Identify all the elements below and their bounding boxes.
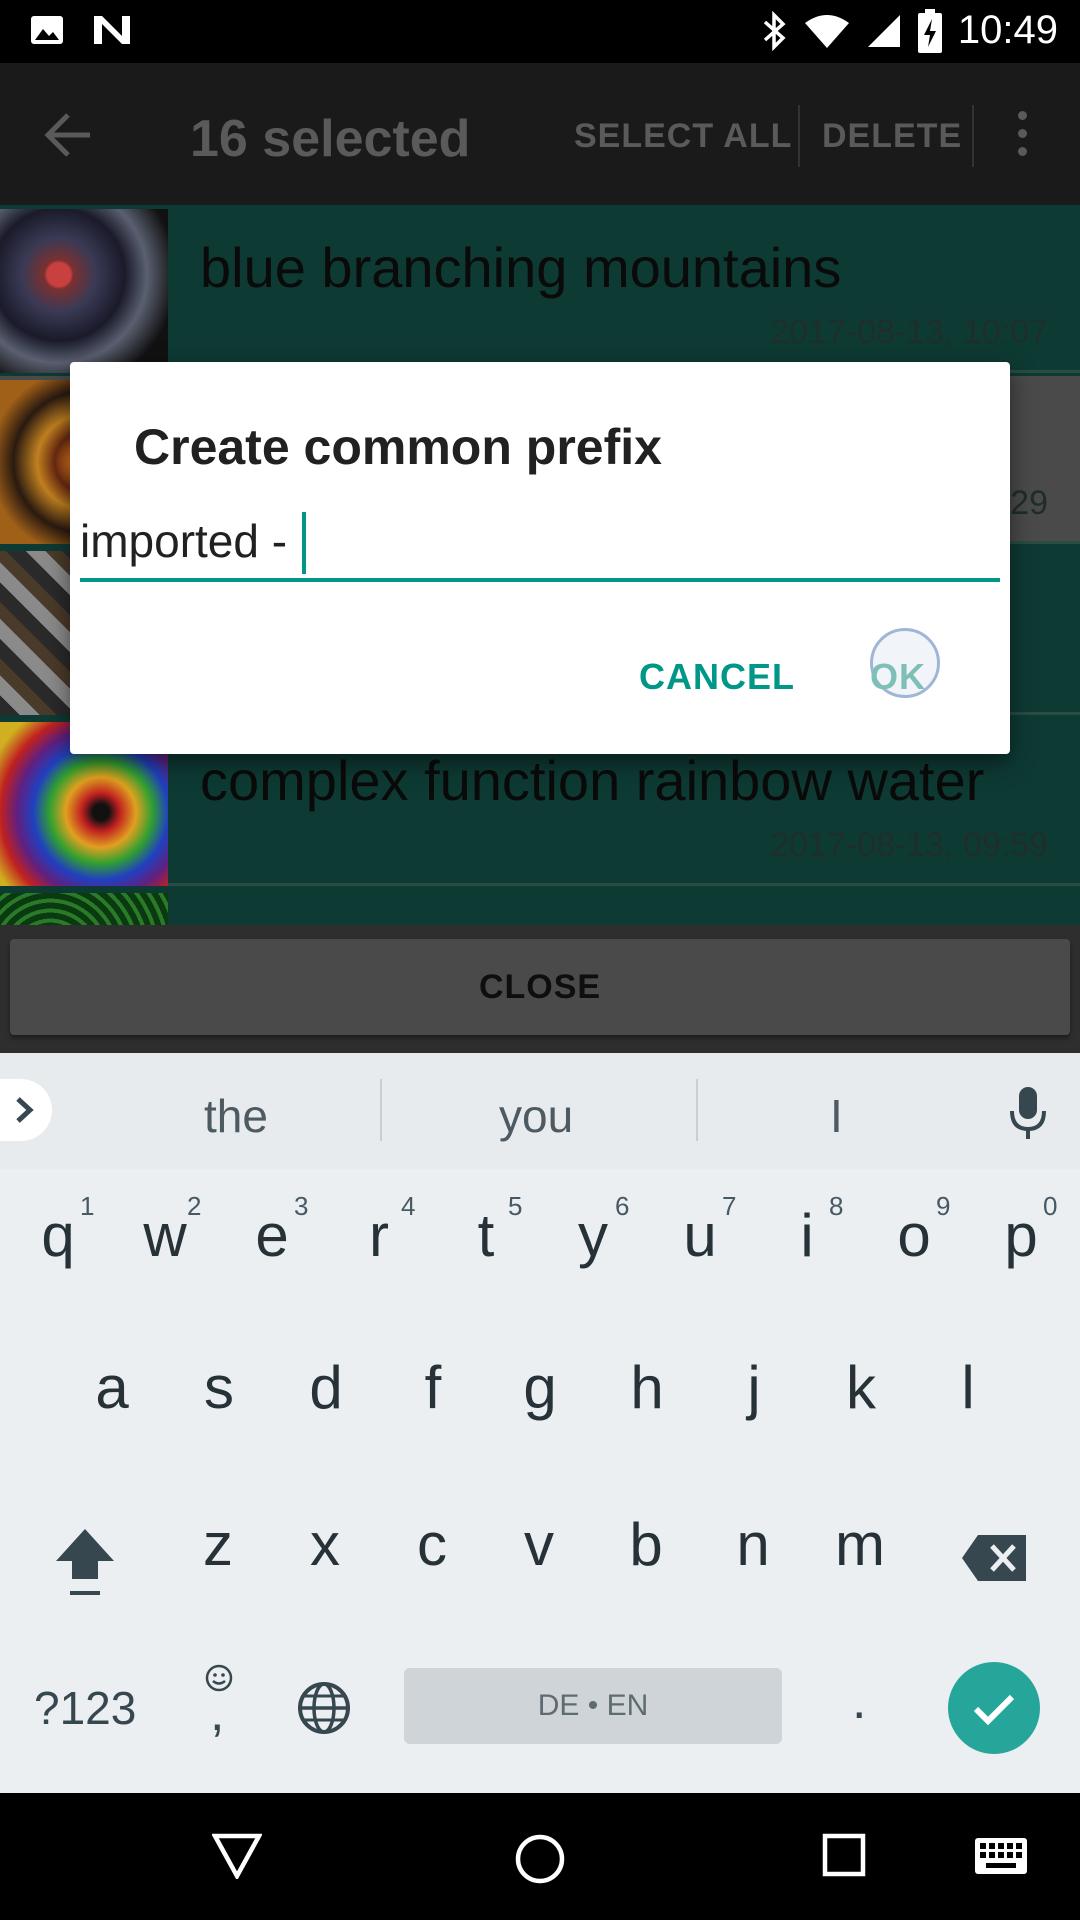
backspace-icon[interactable] (960, 1533, 1028, 1583)
key-l[interactable]: l (938, 1353, 998, 1422)
suggestion-strip: the you I (0, 1053, 1080, 1169)
key-hint-3: 3 (294, 1191, 309, 1221)
select-all-button[interactable]: SELECT ALL (574, 117, 792, 156)
key-e[interactable]: e (242, 1201, 302, 1270)
close-button-label: CLOSE (478, 968, 602, 1006)
bluetooth-icon (763, 10, 786, 51)
key-v[interactable]: v (509, 1510, 569, 1579)
signal-icon (867, 14, 900, 47)
key-j[interactable]: j (724, 1353, 784, 1422)
key-hint-8: 8 (829, 1191, 844, 1221)
recents-square-icon[interactable] (822, 1833, 866, 1877)
key-n[interactable]: n (723, 1510, 783, 1579)
suggestion[interactable]: I (830, 1089, 843, 1143)
delete-button[interactable]: DELETE (822, 117, 962, 156)
key-h[interactable]: h (617, 1353, 677, 1422)
done-button[interactable] (948, 1662, 1040, 1754)
key-z[interactable]: z (188, 1510, 248, 1579)
item-date: 2017-08-13, 10:07 (770, 313, 1048, 351)
key-hint-2: 2 (187, 1191, 202, 1221)
keyboard-switch-icon[interactable] (974, 1837, 1028, 1875)
key-d[interactable]: d (296, 1353, 356, 1422)
key-a[interactable]: a (82, 1353, 142, 1422)
key-hint-0: 0 (1043, 1191, 1058, 1221)
battery-charging-icon (917, 8, 942, 53)
key-q[interactable]: q (28, 1201, 88, 1270)
item-title: blue branching mountains (200, 236, 842, 299)
action-divider (798, 105, 800, 167)
text-cursor (302, 512, 306, 574)
n-icon (94, 16, 130, 44)
key-o[interactable]: o (884, 1201, 944, 1270)
thumbnail (0, 209, 168, 373)
key-m[interactable]: m (830, 1510, 890, 1579)
prefix-input-value: imported - (80, 515, 300, 567)
ok-button[interactable]: OK (870, 656, 926, 698)
checkmark-icon (973, 1694, 1015, 1726)
key-i[interactable]: i (777, 1201, 837, 1270)
key-u[interactable]: u (670, 1201, 730, 1270)
space-bar[interactable]: DE • EN (404, 1668, 782, 1744)
key-f[interactable]: f (403, 1353, 463, 1422)
clock: 10:49 (957, 8, 1058, 52)
status-bar: 10:49 (0, 0, 1080, 63)
suggestion-divider (380, 1079, 382, 1141)
image-icon (31, 16, 63, 44)
key-hint-9: 9 (936, 1191, 951, 1221)
key-p[interactable]: p (991, 1201, 1051, 1270)
item-date: 29 (1010, 484, 1048, 522)
key-c[interactable]: c (402, 1510, 462, 1579)
suggestion[interactable]: you (499, 1089, 573, 1143)
period-key[interactable]: . (852, 1671, 866, 1731)
key-w[interactable]: w (135, 1201, 195, 1270)
app-bar: 16 selected SELECT ALL DELETE (0, 63, 1080, 205)
key-y[interactable]: y (563, 1201, 623, 1270)
action-divider (972, 105, 974, 167)
cancel-button[interactable]: CANCEL (639, 656, 795, 698)
key-r[interactable]: r (349, 1201, 409, 1270)
home-circle-icon[interactable] (514, 1833, 566, 1885)
key-hint-4: 4 (401, 1191, 416, 1221)
close-button[interactable]: CLOSE (10, 939, 1070, 1035)
wifi-icon (804, 14, 849, 48)
key-g[interactable]: g (510, 1353, 570, 1422)
prefix-dialog: Create common prefix imported - CANCEL O… (70, 362, 1010, 754)
key-b[interactable]: b (616, 1510, 676, 1579)
chevron-right-icon (16, 1097, 34, 1123)
dialog-title: Create common prefix (134, 419, 662, 475)
key-s[interactable]: s (189, 1353, 249, 1422)
soft-keyboard: the you I q1 w2 e3 r4 t5 y6 u7 i8 o9 p0 asdfghjkl… (0, 1053, 1080, 1793)
back-arrow-icon[interactable] (40, 107, 96, 163)
shift-icon[interactable] (52, 1523, 118, 1603)
symbols-key[interactable]: ?123 (34, 1681, 136, 1735)
suggestion[interactable]: the (204, 1089, 268, 1143)
comma-emoji-key[interactable]: , (200, 1663, 240, 1743)
navigation-bar (0, 1793, 1080, 1920)
key-hint-5: 5 (508, 1191, 523, 1221)
item-title: complex function rainbow water (200, 749, 985, 812)
close-bar: CLOSE (0, 925, 1080, 1053)
key-hint-1: 1 (80, 1191, 95, 1221)
expand-suggestions-button[interactable] (0, 1079, 52, 1141)
key-t[interactable]: t (456, 1201, 516, 1270)
item-date: 2017-08-13, 09:59 (770, 826, 1048, 864)
more-options-icon[interactable] (1012, 111, 1032, 161)
suggestion-divider (696, 1079, 698, 1141)
microphone-icon[interactable] (1008, 1085, 1048, 1141)
back-triangle-icon[interactable] (212, 1833, 262, 1879)
key-hint-6: 6 (615, 1191, 630, 1221)
thumbnail (0, 893, 168, 925)
key-k[interactable]: k (831, 1353, 891, 1422)
key-x[interactable]: x (295, 1510, 355, 1579)
globe-icon[interactable] (296, 1680, 352, 1736)
key-hint-7: 7 (722, 1191, 737, 1221)
list-item[interactable]: blue branching mountains 2017-08-13, 10:… (0, 205, 1080, 373)
prefix-input[interactable]: imported - (80, 502, 1000, 582)
page-title: 16 selected (190, 110, 471, 168)
list-item[interactable] (0, 889, 1080, 925)
comma-label: , (210, 1684, 225, 1742)
